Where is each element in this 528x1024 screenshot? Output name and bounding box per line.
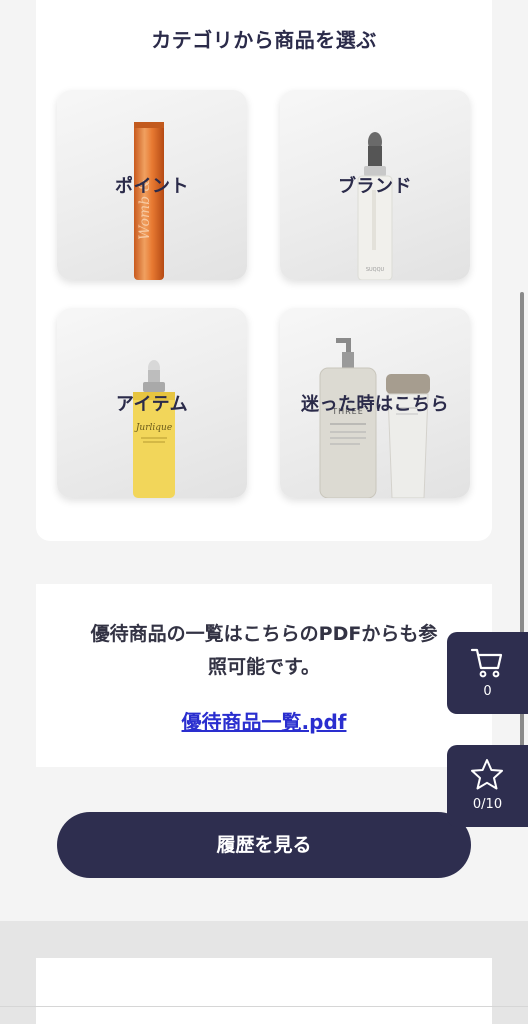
- category-tile-points[interactable]: Womb & ポイント: [57, 90, 247, 280]
- pdf-notice-line1: 優待商品の一覧はこちらのPDFからも参: [90, 623, 438, 645]
- jurlique-brand-text: Jurlique: [134, 423, 172, 433]
- cart-count: 0: [483, 684, 492, 699]
- tile-label: ポイント: [115, 176, 189, 197]
- pdf-notice-text: 優待商品の一覧はこちらのPDFからも参 照可能です。: [56, 618, 472, 684]
- favorites-button[interactable]: 0/10: [447, 745, 528, 827]
- tile-label: アイテム: [115, 394, 189, 415]
- tile-label: 迷った時はこちら: [301, 394, 449, 415]
- bottom-divider: [0, 1006, 528, 1007]
- footer-card: [36, 958, 492, 1024]
- pdf-download-link[interactable]: 優待商品一覧.pdf: [36, 706, 492, 735]
- star-icon: [471, 759, 503, 790]
- category-tile-brand[interactable]: SUQQU ブランド: [280, 90, 470, 280]
- page: カテゴリから商品を選ぶ Womb & ポイント SUQQU ブランド Jurli…: [0, 0, 528, 1024]
- pdf-notice-line2: 照可能です。: [207, 656, 321, 678]
- cart-icon: [470, 648, 503, 678]
- category-section: カテゴリから商品を選ぶ Womb & ポイント SUQQU ブランド Jurli…: [36, 0, 492, 541]
- svg-text:SUQQU: SUQQU: [366, 267, 385, 273]
- favorites-count: 0/10: [472, 797, 503, 812]
- history-button[interactable]: 履歴を見る: [57, 812, 471, 878]
- cart-button[interactable]: 0: [447, 632, 528, 714]
- category-tile-item[interactable]: Jurlique アイテム: [57, 308, 247, 498]
- category-tile-recommend[interactable]: THREE 迷った時はこちら: [280, 308, 470, 498]
- pdf-notice-card: 優待商品の一覧はこちらのPDFからも参 照可能です。 優待商品一覧.pdf: [36, 584, 492, 767]
- tile-label: ブランド: [338, 176, 412, 197]
- section-title: カテゴリから商品を選ぶ: [151, 28, 377, 52]
